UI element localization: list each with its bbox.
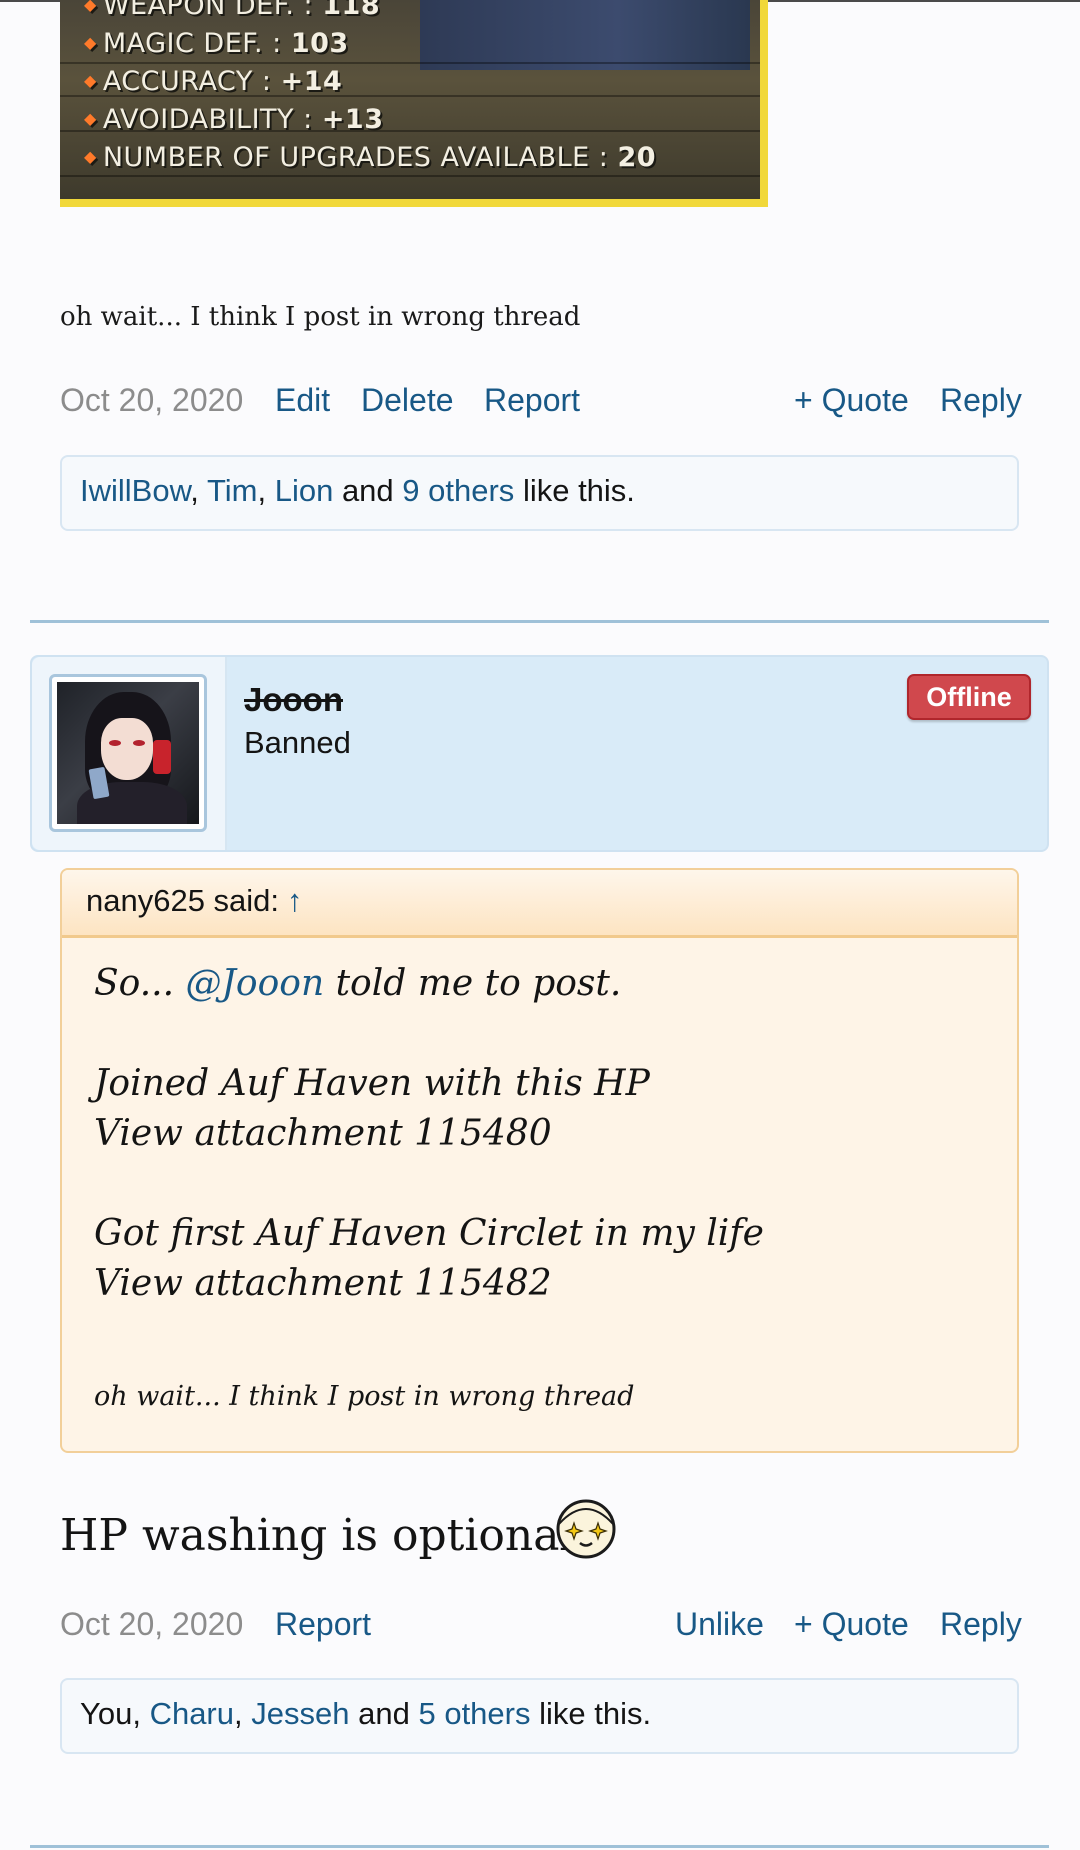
quote-header: nany625 said: ↑ <box>62 870 1017 938</box>
liker-link[interactable]: Lion <box>275 473 334 508</box>
quote-block: nany625 said: ↑ So... @Jooon told me to p… <box>60 868 1019 1453</box>
post-body-text: oh wait... I think I post in wrong threa… <box>60 302 581 332</box>
post-separator <box>30 1845 1049 1848</box>
likes-separator: , <box>190 473 199 508</box>
image-brick-line <box>60 62 760 64</box>
attachment-link[interactable]: View attachment 115480 <box>94 1113 552 1154</box>
report-link[interactable]: Report <box>484 382 580 419</box>
likes-suffix: like this. <box>539 1696 652 1731</box>
liker-link[interactable]: IwillBow <box>80 473 190 508</box>
likes-others-link[interactable]: 5 others <box>418 1696 530 1731</box>
quote-line: Joined Auf Haven with this HP <box>94 1063 650 1104</box>
message-user-header: Jooon Banned Offline <box>30 655 1049 852</box>
liker-link[interactable]: Tim <box>207 473 258 508</box>
likes-summary: You, Charu, Jesseh and 5 others like thi… <box>60 1678 1019 1754</box>
mention-link[interactable]: @Jooon <box>186 963 325 1004</box>
reply-link[interactable]: Reply <box>940 1606 1022 1643</box>
avatar-image <box>57 682 199 824</box>
post-separator <box>30 620 1049 623</box>
quote-line: Got first Auf Haven Circlet in my life <box>94 1213 764 1254</box>
liker-link[interactable]: Jesseh <box>251 1696 349 1731</box>
reply-link[interactable]: Reply <box>940 382 1022 419</box>
quote-link[interactable]: + Quote <box>794 1606 909 1643</box>
post-date[interactable]: Oct 20, 2020 <box>60 1606 243 1643</box>
liker-link[interactable]: Charu <box>150 1696 234 1731</box>
quote-jump-arrow-icon[interactable]: ↑ <box>287 883 303 918</box>
attachment-link[interactable]: View attachment 115482 <box>94 1263 552 1304</box>
stat-avoidability: ◆ AVOIDABILITY : +13 <box>84 104 384 135</box>
likes-and: and <box>341 473 394 508</box>
quote-line: oh wait... I think I post in wrong threa… <box>94 1381 635 1412</box>
post-date[interactable]: Oct 20, 2020 <box>60 382 243 419</box>
image-background-patch <box>420 0 750 70</box>
quote-author: nany625 said: <box>86 883 280 918</box>
user-title: Banned <box>244 725 351 760</box>
quote-line: So... @Jooon told me to post. <box>94 963 622 1004</box>
likes-suffix: like this. <box>522 473 635 508</box>
stat-weapon-def: ◆ WEAPON DEF. : 118 <box>84 0 381 21</box>
stat-upgrades: ◆ NUMBER OF UPGRADES AVAILABLE : 20 <box>84 142 657 173</box>
likes-and: and <box>358 1696 410 1731</box>
likes-summary: IwillBow, Tim, Lion and 9 others like th… <box>60 455 1019 531</box>
liker-self: You <box>80 1696 133 1731</box>
avatar-container <box>32 657 227 850</box>
likes-separator: , <box>257 473 267 508</box>
post-actions: Oct 20, 2020 Report Unlike + Quote Reply <box>60 1606 1022 1650</box>
likes-separator: , <box>234 1696 243 1731</box>
post-actions: Oct 20, 2020 Edit Delete Report + Quote … <box>60 382 1022 426</box>
username[interactable]: Jooon <box>244 681 343 719</box>
avatar[interactable] <box>49 674 207 832</box>
likes-separator: , <box>132 1696 141 1731</box>
quote-link[interactable]: + Quote <box>794 382 909 419</box>
game-stats-image[interactable]: ◆ WEAPON DEF. : 118 ◆ MAGIC DEF. : 103 ◆ AC… <box>60 0 768 207</box>
stat-magic-def: ◆ MAGIC DEF. : 103 <box>84 28 349 59</box>
post-body-text: HP washing is optional <box>60 1510 574 1561</box>
delete-link[interactable]: Delete <box>361 382 454 419</box>
likes-others-link[interactable]: 9 others <box>402 473 514 508</box>
edit-link[interactable]: Edit <box>275 382 330 419</box>
image-brick-line <box>60 175 760 177</box>
unlike-link[interactable]: Unlike <box>675 1606 764 1643</box>
stat-accuracy: ◆ ACCURACY : +14 <box>84 66 343 97</box>
sparkle-eyes-emoji-icon <box>556 1499 616 1559</box>
status-badge: Offline <box>907 674 1031 720</box>
report-link[interactable]: Report <box>275 1606 371 1643</box>
